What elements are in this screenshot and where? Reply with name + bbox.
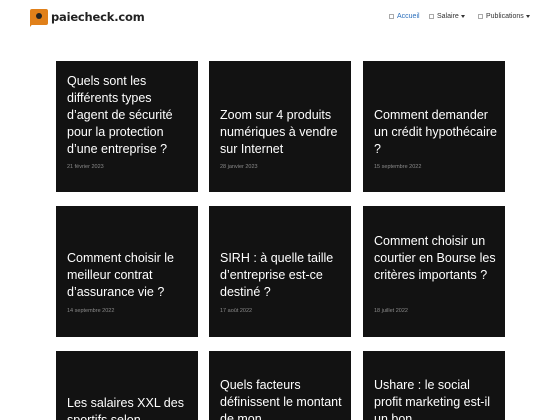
article-title[interactable]: Les salaires XXL des sportifs selon [67,395,190,420]
article-date: 28 janvier 2023 [220,164,258,170]
article-date: 14 septembre 2022 [67,308,115,314]
chevron-down-icon [525,15,530,18]
article-card[interactable]: Quels sont les différents types d’agent … [56,61,198,192]
publications-icon [478,14,483,19]
article-card[interactable]: Quels facteurs définissent le montant de… [209,351,351,420]
article-date: 17 août 2022 [220,308,253,314]
article-date: 15 septembre 2022 [374,164,422,170]
article-card[interactable]: Zoom sur 4 produits numériques à vendre … [209,61,351,192]
nav-item-label: Salaire [437,13,459,20]
article-title[interactable]: Comment demander un crédit hypothécaire … [374,107,497,158]
article-card[interactable]: Comment choisir un courtier en Bourse le… [363,206,505,337]
nav-item-label: Publications [486,13,524,20]
article-card[interactable]: Comment choisir le meilleur contrat d’as… [56,206,198,337]
article-title[interactable]: Quels facteurs définissent le montant de… [220,377,343,420]
main-nav: Accueil Salaire Publications [0,13,560,25]
chevron-down-icon [460,15,465,18]
nav-item-accueil[interactable]: Accueil [389,13,420,20]
article-card[interactable]: Les salaires XXL des sportifs selon [56,351,198,420]
article-card[interactable]: Comment demander un crédit hypothécaire … [363,61,505,192]
article-card[interactable]: SIRH : à quelle taille d’entreprise est-… [209,206,351,337]
article-title[interactable]: Zoom sur 4 produits numériques à vendre … [220,107,343,158]
article-title[interactable]: Comment choisir le meilleur contrat d’as… [67,250,190,301]
nav-item-salaire[interactable]: Salaire [429,13,465,20]
article-title[interactable]: Quels sont les différents types d’agent … [67,73,190,158]
article-card[interactable]: Ushare : le social profit marketing est-… [363,351,505,420]
article-title[interactable]: Comment choisir un courtier en Bourse le… [374,233,497,284]
article-date: 18 juillet 2022 [374,308,408,314]
nav-item-label: Accueil [397,13,420,20]
article-date: 21 février 2023 [67,164,104,170]
salary-icon [429,14,434,19]
article-title[interactable]: SIRH : à quelle taille d’entreprise est-… [220,250,343,301]
site-header: paiecheck.com Accueil Salaire Publicatio… [0,0,560,40]
article-title[interactable]: Ushare : le social profit marketing est-… [374,377,497,420]
home-icon [389,14,394,19]
nav-item-publications[interactable]: Publications [478,13,530,20]
